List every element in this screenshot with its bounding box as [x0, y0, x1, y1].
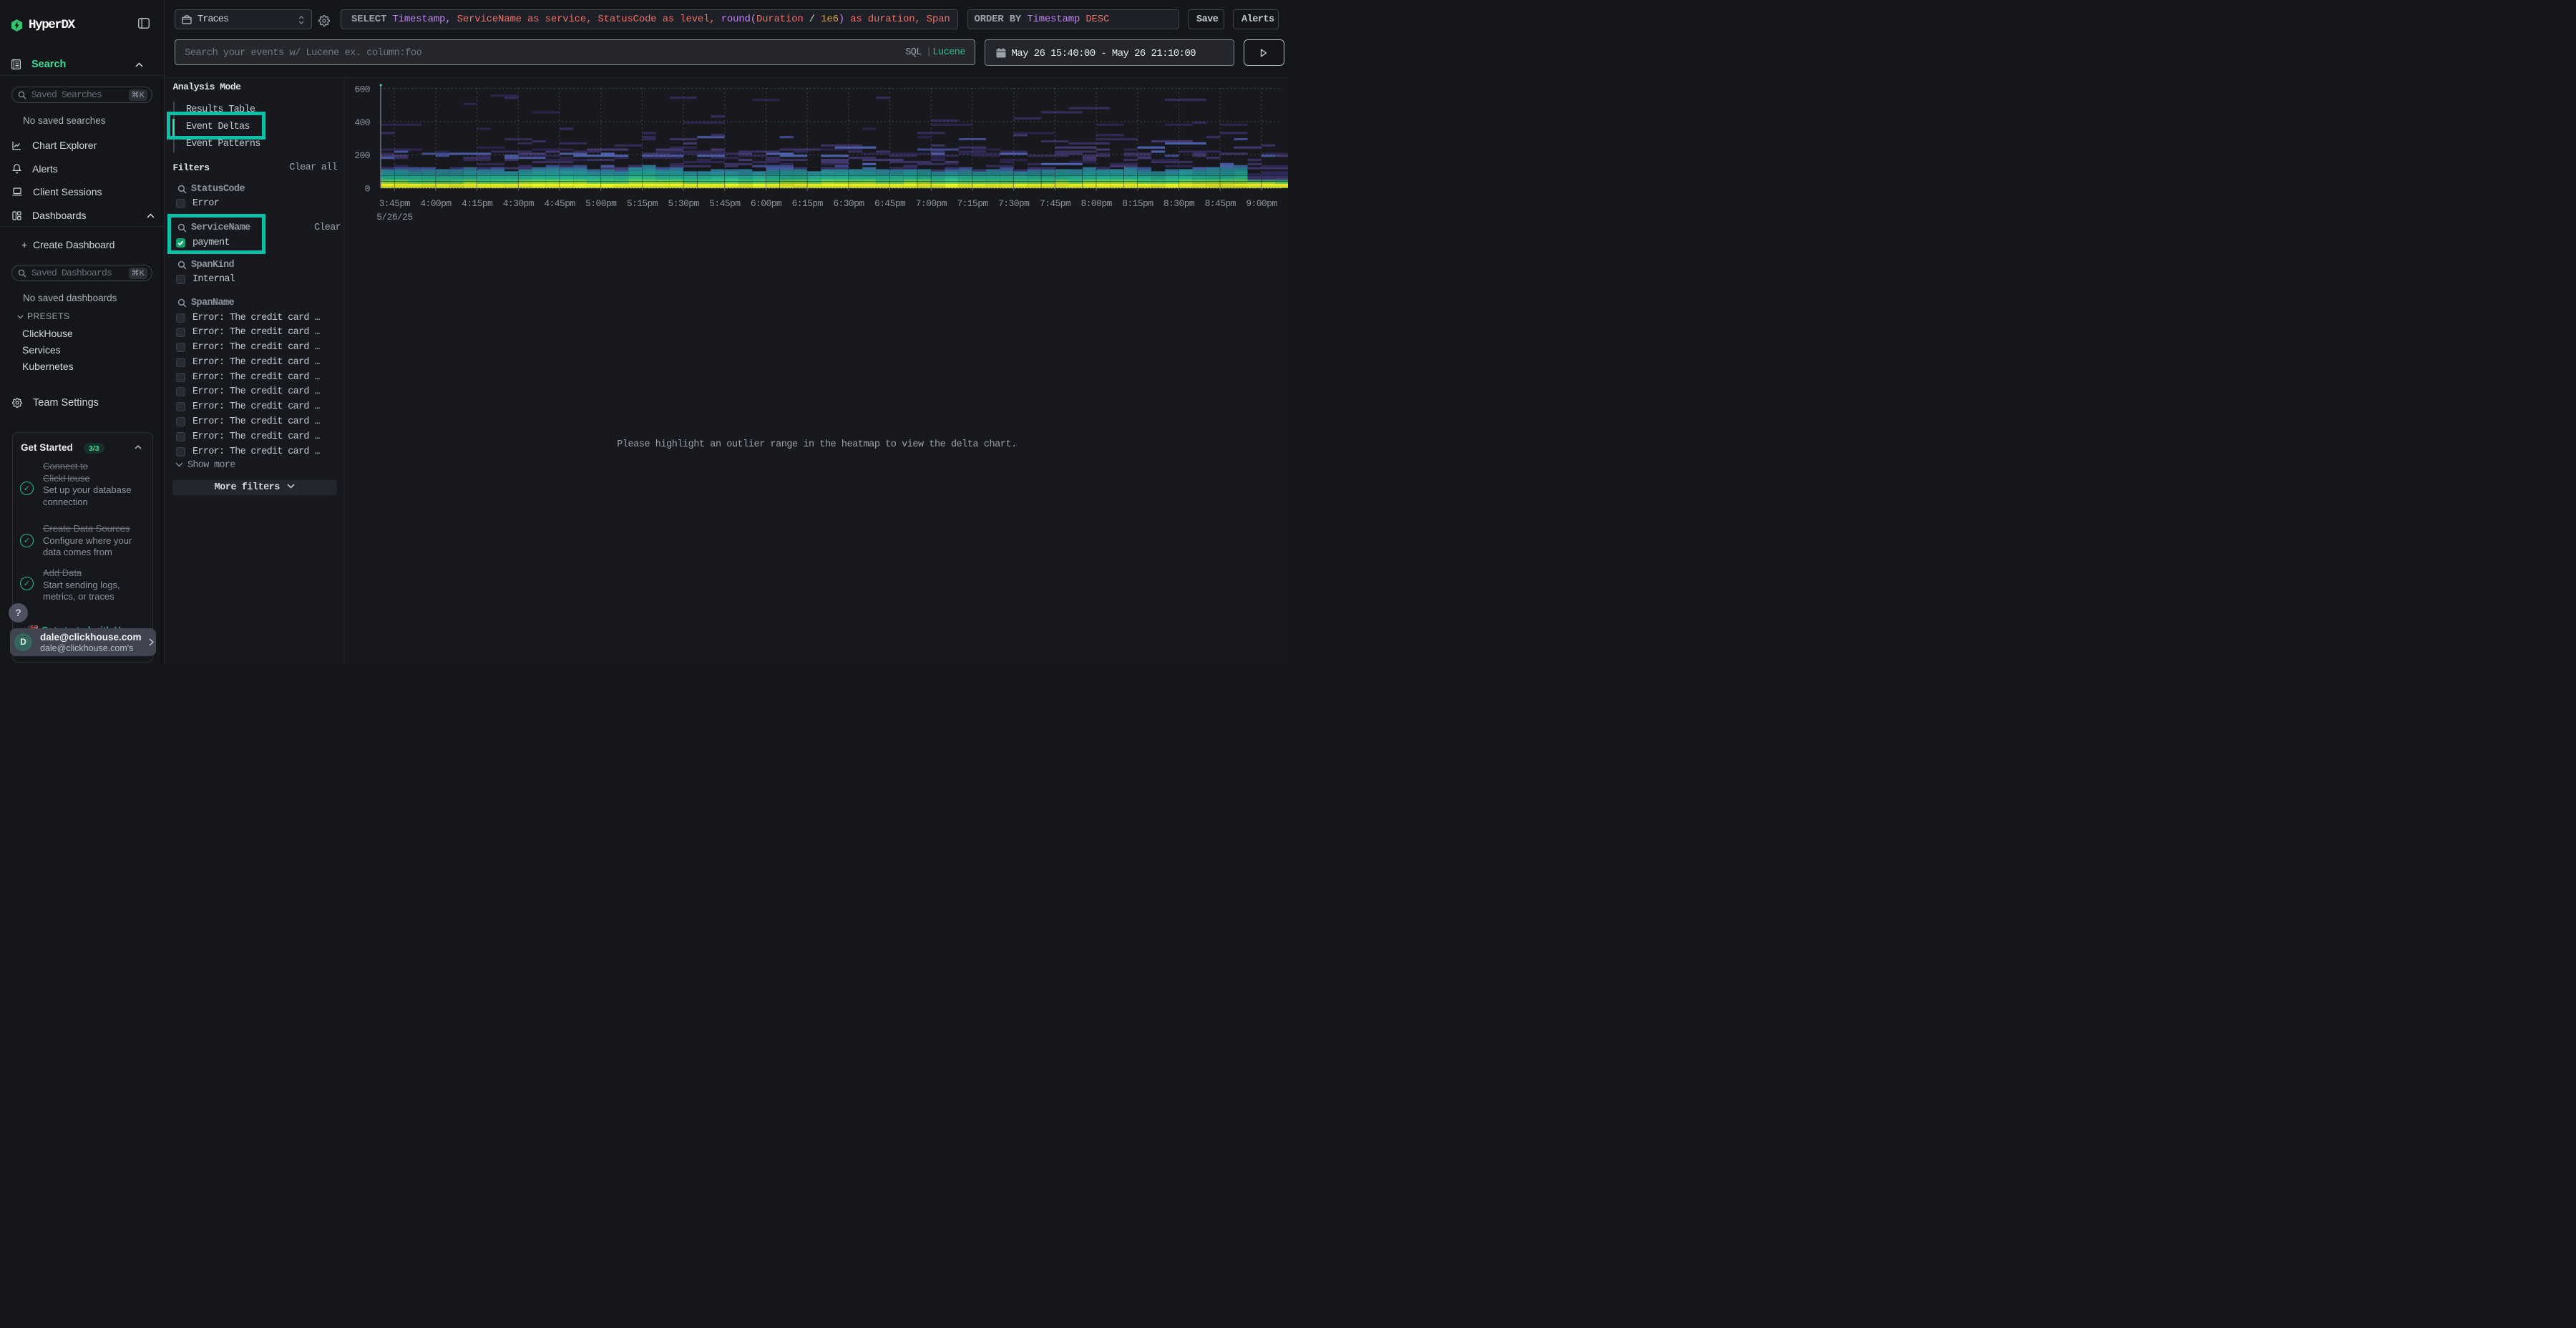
svg-text:8:15pm: 8:15pm [1122, 198, 1153, 209]
svg-text:7:45pm: 7:45pm [1040, 198, 1071, 209]
svg-text:6:30pm: 6:30pm [833, 198, 864, 209]
svg-text:5:45pm: 5:45pm [709, 198, 741, 209]
svg-text:4:30pm: 4:30pm [503, 198, 535, 209]
svg-text:5/26/25: 5/26/25 [376, 212, 412, 223]
svg-text:7:00pm: 7:00pm [916, 198, 947, 209]
svg-text:400: 400 [354, 117, 370, 128]
svg-text:4:45pm: 4:45pm [544, 198, 575, 209]
svg-text:4:15pm: 4:15pm [462, 198, 493, 209]
svg-text:5:15pm: 5:15pm [627, 198, 658, 209]
svg-text:8:45pm: 8:45pm [1205, 198, 1236, 209]
svg-text:600: 600 [354, 84, 370, 95]
svg-text:5:30pm: 5:30pm [668, 198, 700, 209]
svg-text:0: 0 [365, 183, 370, 194]
svg-text:6:45pm: 6:45pm [874, 198, 906, 209]
svg-text:7:30pm: 7:30pm [998, 198, 1030, 209]
svg-text:6:00pm: 6:00pm [751, 198, 782, 209]
svg-text:7:15pm: 7:15pm [957, 198, 988, 209]
svg-text:4:00pm: 4:00pm [420, 198, 452, 209]
svg-text:8:30pm: 8:30pm [1163, 198, 1195, 209]
svg-text:8:00pm: 8:00pm [1081, 198, 1113, 209]
svg-text:200: 200 [354, 150, 370, 161]
svg-text:5:00pm: 5:00pm [585, 198, 617, 209]
svg-text:6:15pm: 6:15pm [792, 198, 824, 209]
svg-text:3:45pm: 3:45pm [379, 198, 411, 209]
svg-text:9:00pm: 9:00pm [1246, 198, 1277, 209]
